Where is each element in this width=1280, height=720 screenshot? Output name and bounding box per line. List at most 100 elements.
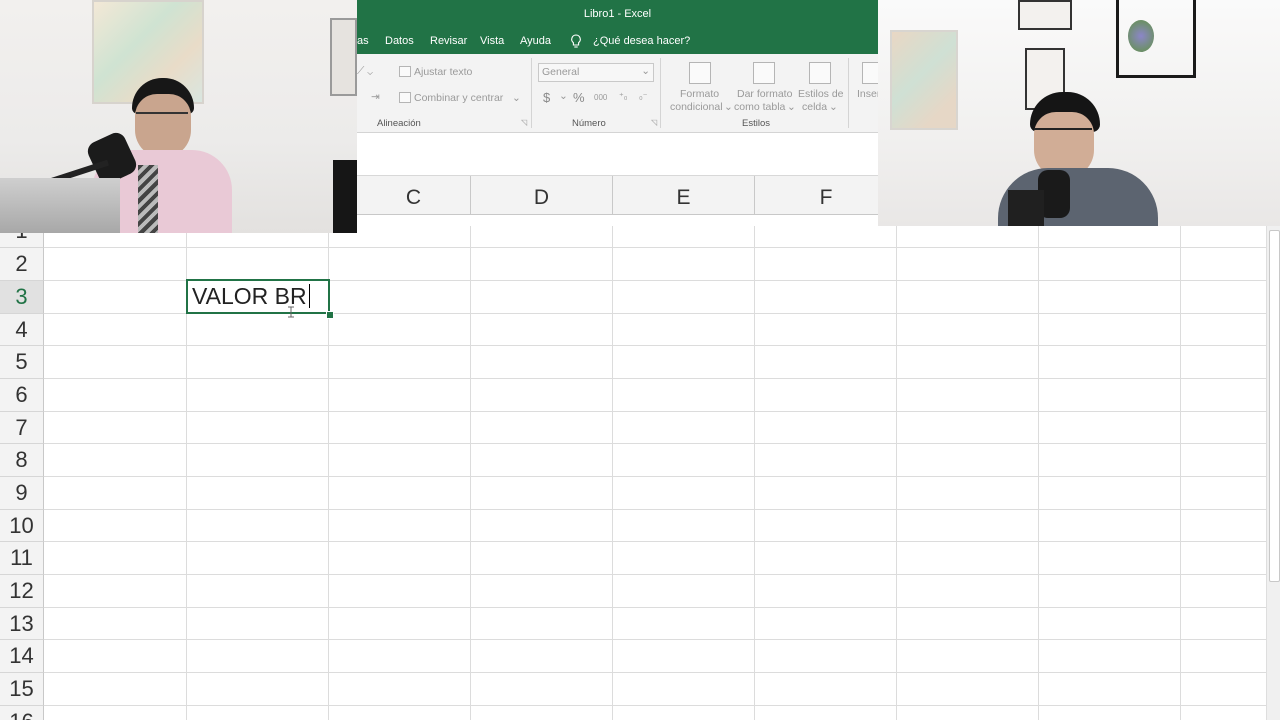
fill-handle[interactable] [326, 311, 334, 319]
group-label-styles: Estilos [742, 118, 770, 129]
conditional-format-icon [689, 62, 711, 84]
chevron-down-icon[interactable]: ⌄ [512, 92, 521, 104]
vertical-scrollbar[interactable] [1266, 226, 1280, 720]
column-header-f[interactable]: F [755, 176, 878, 214]
merge-center-button[interactable]: Combinar y centrar [414, 92, 503, 104]
wall-frame [330, 18, 357, 96]
spreadsheet-grid[interactable]: 1 2 3 4 5 6 7 8 9 10 11 12 13 14 15 16 V… [0, 226, 1266, 720]
grid-line [44, 509, 1266, 510]
dialog-launcher-icon[interactable]: ◹ [521, 118, 527, 127]
grid-line [44, 378, 1266, 379]
lightbulb-icon [571, 34, 581, 48]
row-number: 8 [15, 447, 28, 472]
tab-insertar-partial[interactable]: as [357, 35, 369, 47]
decrease-decimal-icon[interactable]: ₀⁻ [639, 91, 648, 102]
chevron-down-icon: ⌄ [787, 101, 796, 113]
row-header-12[interactable]: 12 [0, 575, 44, 608]
indent-icon[interactable]: ⇥ [371, 91, 380, 103]
orientation-icon[interactable]: ⟋ ⌄ [357, 65, 373, 78]
column-headers: C D E F [357, 175, 878, 214]
row-header-11[interactable]: 11 [0, 542, 44, 575]
row-header-6[interactable]: 6 [0, 379, 44, 412]
merge-center-icon [399, 92, 411, 103]
row-number: 9 [15, 480, 28, 505]
thousands-button[interactable]: 000 [594, 93, 607, 102]
ribbon: ⟋ ⌄ ⇥ Ajustar texto Combinar y centrar ⌄… [357, 54, 878, 133]
row-number: 7 [15, 415, 28, 440]
increase-decimal-icon[interactable]: ⁺₀ [619, 91, 628, 102]
active-cell-editor[interactable]: VALOR BR [186, 279, 330, 314]
cell-styles-label-1[interactable]: Estilos de [798, 88, 844, 100]
row-header-8[interactable]: 8 [0, 444, 44, 477]
column-header-d[interactable]: D [471, 176, 613, 214]
grid-line [44, 247, 1266, 248]
row-header-10[interactable]: 10 [0, 510, 44, 542]
conditional-format-label-1[interactable]: Formato [680, 88, 719, 100]
person-face [135, 94, 191, 158]
currency-button[interactable]: $ [543, 90, 550, 105]
wrap-text-button[interactable]: Ajustar texto [414, 66, 472, 78]
chevron-down-icon: ⌄ [829, 101, 838, 113]
column-letter: E [676, 186, 691, 209]
row-header-13[interactable]: 13 [0, 608, 44, 640]
chevron-down-icon: ⌄ [641, 65, 650, 77]
insert-button[interactable]: Inser [857, 88, 878, 100]
title-bar: Libro1 - Excel [357, 0, 878, 28]
column-header-c[interactable]: C [357, 176, 471, 214]
tab-datos[interactable]: Datos [385, 35, 414, 47]
conditional-format-label-2[interactable]: condicional [670, 101, 723, 113]
row-header-14[interactable]: 14 [0, 640, 44, 673]
cell-styles-icon [809, 62, 831, 84]
row-number: 14 [9, 643, 34, 668]
group-separator [848, 58, 849, 128]
row-header-2[interactable]: 2 [0, 248, 44, 281]
table-format-label-2[interactable]: como tabla [734, 101, 785, 113]
column-header-e[interactable]: E [613, 176, 755, 214]
grid-line [1038, 226, 1039, 720]
chevron-down-icon: ⌄ [724, 101, 733, 113]
row-header-4[interactable]: 4 [0, 314, 44, 346]
grid-line [896, 226, 897, 720]
row-number: 2 [15, 251, 28, 276]
scrollbar-thumb[interactable] [1269, 230, 1280, 582]
tab-revisar[interactable]: Revisar [430, 35, 467, 47]
laptop [0, 178, 120, 233]
row-header-16[interactable]: 16 [0, 706, 44, 720]
row-number: 13 [9, 611, 34, 636]
wall-painting [890, 30, 958, 130]
chevron-down-icon[interactable]: ⌄ [559, 90, 568, 102]
grid-line [44, 541, 1266, 542]
group-label-number: Número [572, 118, 606, 129]
row-number: 16 [9, 709, 33, 720]
tab-ayuda[interactable]: Ayuda [520, 35, 551, 47]
wall-diploma [1018, 0, 1072, 30]
formula-bar[interactable] [357, 133, 878, 176]
row-number: 6 [15, 382, 28, 407]
grid-line [44, 607, 1266, 608]
tell-me-search[interactable]: ¿Qué desea hacer? [593, 35, 690, 47]
dialog-launcher-icon[interactable]: ◹ [651, 118, 657, 127]
webcam-left [0, 0, 357, 233]
grid-line [44, 705, 1266, 706]
percent-button[interactable]: % [573, 90, 585, 105]
grid-line [754, 226, 755, 720]
cell-styles-label-2[interactable]: celda [802, 101, 827, 113]
group-separator [531, 58, 532, 128]
grid-line [44, 639, 1266, 640]
mic-arm [1008, 190, 1044, 226]
insert-icon [862, 62, 878, 84]
group-separator [660, 58, 661, 128]
number-format-value: General [542, 66, 580, 78]
number-format-select[interactable]: General ⌄ [538, 63, 654, 82]
grid-line [44, 411, 1266, 412]
grid-line [612, 226, 613, 720]
tab-vista[interactable]: Vista [480, 35, 504, 47]
row-header-9[interactable]: 9 [0, 477, 44, 510]
row-header-5[interactable]: 5 [0, 346, 44, 379]
row-header-7[interactable]: 7 [0, 412, 44, 444]
row-header-3[interactable]: 3 [0, 281, 44, 314]
row-header-15[interactable]: 15 [0, 673, 44, 706]
ribbon-tabs: as Datos Revisar Vista Ayuda ¿Qué desea … [357, 28, 878, 54]
table-format-label-1[interactable]: Dar formato [737, 88, 792, 100]
table-format-icon [753, 62, 775, 84]
